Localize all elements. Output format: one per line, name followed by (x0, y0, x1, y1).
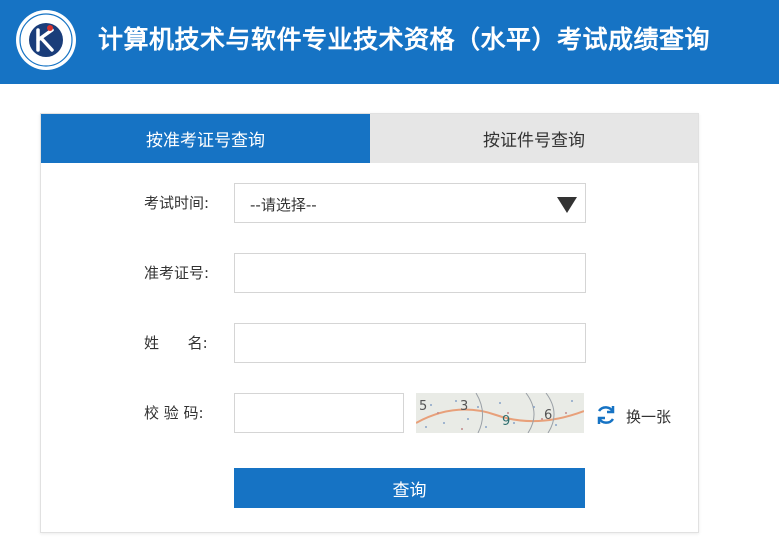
name-input[interactable] (234, 323, 586, 363)
captcha-image[interactable]: 5 3 9 6 (416, 393, 584, 433)
captcha-label: 校 验 码: (144, 404, 204, 422)
refresh-captcha-link[interactable]: 换一张 (626, 406, 671, 427)
name-label: 姓 名: (144, 334, 208, 352)
query-panel: 按准考证号查询 按证件号查询 考试时间: --请选择-- 准考证号: 姓 名: … (40, 113, 699, 533)
captcha-char: 3 (460, 399, 468, 414)
page-title: 计算机技术与软件专业技术资格（水平）考试成绩查询 (98, 25, 711, 54)
ticket-number-input[interactable] (234, 253, 586, 293)
ticket-number-label: 准考证号: (144, 264, 210, 282)
logo-icon (16, 10, 76, 70)
captcha-char: 5 (419, 399, 427, 414)
query-button[interactable]: 查询 (234, 468, 585, 508)
captcha-noise: 5 3 9 6 (416, 393, 584, 433)
exam-time-select[interactable]: --请选择-- (234, 183, 586, 223)
captcha-char: 9 (502, 414, 510, 429)
captcha-char: 6 (544, 408, 552, 423)
tab-ticket-number[interactable]: 按准考证号查询 (41, 114, 370, 163)
page-header: 计算机技术与软件专业技术资格（水平）考试成绩查询 (0, 0, 779, 84)
dropdown-arrow-icon (557, 197, 577, 213)
refresh-icon[interactable] (594, 403, 618, 427)
tab-id-number[interactable]: 按证件号查询 (370, 114, 698, 163)
exam-time-selected-value: --请选择-- (250, 196, 317, 214)
query-tabs: 按准考证号查询 按证件号查询 (41, 114, 698, 163)
captcha-input[interactable] (234, 393, 404, 433)
exam-time-label: 考试时间: (144, 194, 210, 212)
